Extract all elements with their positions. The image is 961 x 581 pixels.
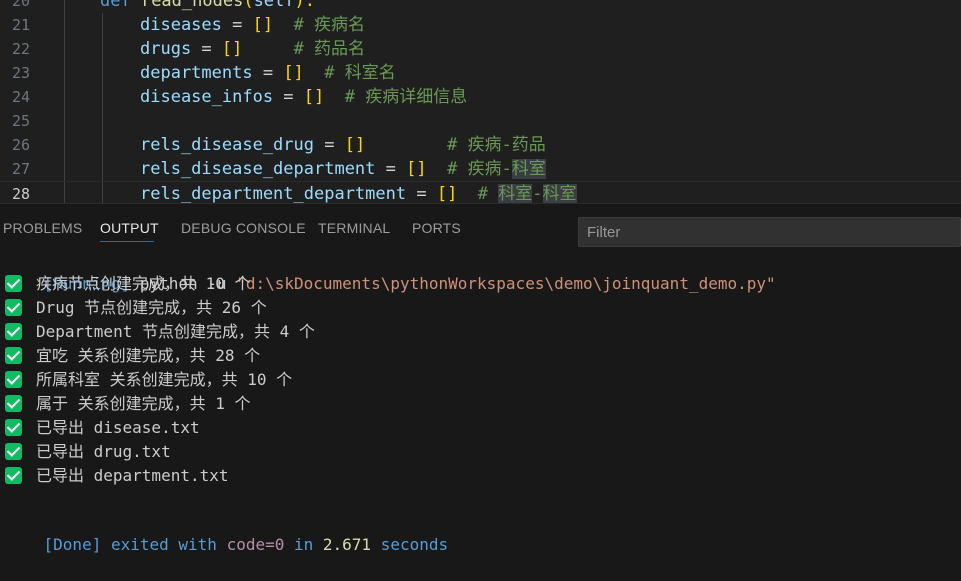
check-icon bbox=[5, 443, 22, 460]
indent-guide bbox=[64, 37, 65, 61]
indent-guide bbox=[64, 85, 65, 109]
indent-guide bbox=[102, 182, 103, 203]
output-message-text: 疾病节点创建完成，共 10 个 bbox=[36, 274, 251, 293]
indent-guide bbox=[102, 133, 103, 157]
output-message-text: 所属科室 关系创建完成，共 10 个 bbox=[36, 370, 293, 389]
indent-guide bbox=[102, 61, 103, 85]
run-command-path: "d:\skDocuments\pythonWorkspaces\demo\jo… bbox=[236, 274, 776, 293]
code-line[interactable]: 24 disease_infos = [] # 疾病详细信息 bbox=[0, 85, 961, 109]
code-line[interactable]: 23 departments = [] # 科室名 bbox=[0, 61, 961, 85]
code-line[interactable]: 22 drugs = [] # 药品名 bbox=[0, 37, 961, 61]
code-text: def read_nodes(self): bbox=[100, 0, 315, 11]
indent-guide bbox=[102, 157, 103, 181]
code-text: departments = [] # 科室名 bbox=[140, 63, 396, 83]
check-icon bbox=[5, 299, 22, 316]
indent-guide bbox=[64, 133, 65, 157]
code-line[interactable]: 21 diseases = [] # 疾病名 bbox=[0, 13, 961, 37]
check-icon bbox=[5, 419, 22, 436]
line-number: 21 bbox=[11, 16, 30, 34]
tab-ports[interactable]: PORTS bbox=[412, 220, 461, 236]
done-seconds: seconds bbox=[371, 535, 449, 554]
indent-guide bbox=[64, 182, 65, 203]
check-icon bbox=[5, 275, 22, 292]
done-time: 2.671 bbox=[322, 535, 372, 554]
line-number: 23 bbox=[11, 64, 30, 82]
line-number: 28 bbox=[11, 185, 30, 203]
output-message-text: 属于 关系创建完成，共 1 个 bbox=[36, 394, 251, 413]
check-icon bbox=[5, 395, 22, 412]
tab-output[interactable]: OUTPUT bbox=[100, 220, 159, 236]
output-message-line: 已导出 drug.txt bbox=[5, 440, 171, 464]
check-icon bbox=[5, 467, 22, 484]
line-number: 27 bbox=[11, 160, 30, 178]
done-in: in bbox=[284, 535, 323, 554]
output-message-text: 已导出 department.txt bbox=[36, 466, 229, 485]
output-message-line: 所属科室 关系创建完成，共 10 个 bbox=[5, 368, 292, 392]
output-message-text: 已导出 disease.txt bbox=[36, 418, 200, 437]
indent-guide bbox=[64, 109, 65, 133]
indent-guide bbox=[64, 0, 65, 13]
output-message-line: Drug 节点创建完成，共 26 个 bbox=[5, 296, 267, 320]
done-exited: exited with bbox=[101, 535, 227, 554]
indent-guide bbox=[102, 85, 103, 109]
done-tag: [Done] bbox=[43, 535, 102, 554]
output-message-line: Department 节点创建完成，共 4 个 bbox=[5, 320, 315, 344]
check-icon bbox=[5, 323, 22, 340]
line-number: 24 bbox=[11, 88, 30, 106]
output-message-text: Drug 节点创建完成，共 26 个 bbox=[36, 298, 267, 317]
done-code: code=0 bbox=[226, 535, 285, 554]
code-line[interactable]: 25 bbox=[0, 109, 961, 133]
check-icon bbox=[5, 371, 22, 388]
indent-guide bbox=[64, 157, 65, 181]
code-text: diseases = [] # 疾病名 bbox=[140, 15, 366, 35]
indent-guide bbox=[64, 13, 65, 37]
tab-debug-console[interactable]: DEBUG CONSOLE bbox=[181, 220, 306, 236]
code-text: rels_department_department = [] # 科室-科室 bbox=[140, 184, 577, 203]
tab-terminal[interactable]: TERMINAL bbox=[318, 220, 390, 236]
output-message-line: 已导出 disease.txt bbox=[5, 416, 200, 440]
check-icon bbox=[5, 347, 22, 364]
code-line[interactable]: 27 rels_disease_department = [] # 疾病-科室 bbox=[0, 157, 961, 181]
output-running-line: [Running] python -u "d:\skDocuments\pyth… bbox=[5, 248, 776, 293]
active-tab-indicator bbox=[100, 241, 154, 242]
output-message-line: 属于 关系创建完成，共 1 个 bbox=[5, 392, 251, 416]
indent-guide bbox=[64, 61, 65, 85]
output-message-line: 已导出 department.txt bbox=[5, 464, 229, 488]
output-message-line: 疾病节点创建完成，共 10 个 bbox=[5, 272, 251, 296]
output-message-line: 宜吃 关系创建完成，共 28 个 bbox=[5, 344, 260, 368]
filter-input[interactable] bbox=[579, 218, 960, 246]
code-editor[interactable]: 20 def read_nodes(self): 21 diseases = [] #… bbox=[0, 0, 961, 203]
filter-box[interactable] bbox=[578, 217, 961, 247]
indent-guide bbox=[102, 13, 103, 37]
output-done-line: [Done] exited with code=0 in 2.671 secon… bbox=[5, 509, 449, 554]
indent-guide bbox=[102, 37, 103, 61]
code-line[interactable]: 20 def read_nodes(self): bbox=[0, 0, 961, 13]
code-line[interactable]: 26 rels_disease_drug = [] # 疾病-药品 bbox=[0, 133, 961, 157]
output-message-text: 已导出 drug.txt bbox=[36, 442, 171, 461]
bottom-panel: PROBLEMS OUTPUT DEBUG CONSOLE TERMINAL PORTS… bbox=[0, 203, 961, 554]
code-text: drugs = [] # 药品名 bbox=[140, 39, 366, 59]
code-line[interactable]: 28 rels_department_department = [] # 科室-科… bbox=[0, 181, 961, 203]
code-text: rels_disease_department = [] # 疾病-科室 bbox=[140, 159, 546, 179]
code-text: rels_disease_drug = [] # 疾病-药品 bbox=[140, 135, 546, 155]
line-number: 22 bbox=[11, 40, 30, 58]
panel-tabs: PROBLEMS OUTPUT DEBUG CONSOLE TERMINAL PORTS bbox=[0, 204, 570, 252]
tab-problems[interactable]: PROBLEMS bbox=[3, 220, 82, 236]
output-message-text: Department 节点创建完成，共 4 个 bbox=[36, 322, 315, 341]
line-number: 25 bbox=[11, 112, 30, 130]
indent-guide bbox=[102, 109, 103, 133]
output-message-text: 宜吃 关系创建完成，共 28 个 bbox=[36, 346, 261, 365]
line-number: 26 bbox=[11, 136, 30, 154]
code-text: disease_infos = [] # 疾病详细信息 bbox=[140, 87, 468, 107]
line-number: 20 bbox=[11, 0, 30, 10]
